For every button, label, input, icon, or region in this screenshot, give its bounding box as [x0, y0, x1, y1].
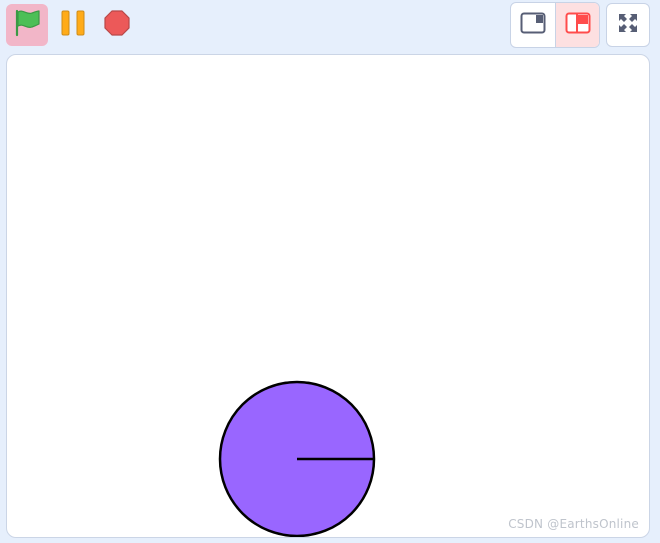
large-stage-button[interactable]: [555, 3, 599, 47]
run-controls: [6, 3, 136, 47]
stop-icon: [103, 9, 131, 42]
fullscreen-icon: [617, 12, 639, 39]
pause-button[interactable]: [54, 4, 92, 46]
sprite-graphic: [218, 380, 376, 537]
watermark: CSDN @EarthsOnline: [508, 517, 639, 531]
stage-size-controls: [510, 2, 650, 48]
large-stage-icon: [565, 12, 591, 39]
small-stage-button[interactable]: [511, 3, 555, 47]
small-stage-icon: [520, 12, 546, 39]
sprite[interactable]: [218, 380, 378, 537]
pause-icon: [59, 9, 87, 42]
stage-size-toggle: [510, 2, 600, 48]
green-flag-button[interactable]: [6, 4, 48, 46]
stop-button[interactable]: [98, 4, 136, 46]
fullscreen-button[interactable]: [606, 3, 650, 47]
stage-canvas[interactable]: CSDN @EarthsOnline: [6, 54, 650, 538]
green-flag-icon: [12, 8, 42, 43]
scratch-stage-player: CSDN @EarthsOnline: [0, 0, 660, 543]
